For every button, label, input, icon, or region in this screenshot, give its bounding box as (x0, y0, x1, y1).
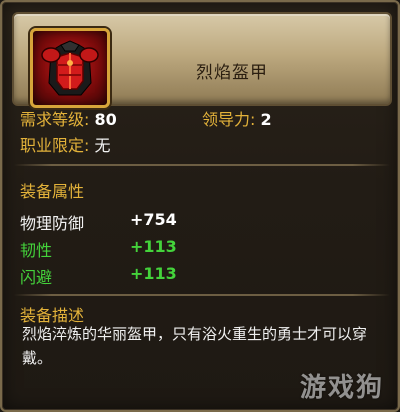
stat-value-physical-defense: +754 (130, 210, 177, 229)
item-name: 烈焰盔甲 (196, 63, 268, 83)
stat-label-physical-defense: 物理防御 (20, 214, 85, 233)
description-text: 烈焰淬炼的华丽盔甲，只有浴火重生的勇士才可以穿戴。 (22, 325, 368, 367)
leadership-value: 2 (260, 110, 272, 129)
stat-value-dodge: +113 (130, 264, 177, 283)
leadership-row: 领导力: 2 (202, 106, 272, 130)
attributes-heading: 装备属性 (20, 182, 85, 201)
stat-value-toughness: +113 (130, 237, 177, 256)
required-level-label: 需求等级: (20, 110, 90, 129)
leadership-label: 领导力: (202, 110, 256, 129)
stat-label-toughness: 韧性 (20, 241, 53, 260)
required-level-value: 80 (94, 110, 117, 129)
item-title-bar: 烈焰盔甲 (12, 12, 392, 108)
class-restriction-row: 职业限定: 无 (20, 132, 111, 156)
stat-label-dodge: 闪避 (20, 268, 53, 287)
item-tooltip-panel: 烈焰盔甲 需求等级: 80 领导力: 2 职业限定: 无 装备属性 物理防御 +… (0, 0, 400, 412)
red-armor-icon (30, 28, 110, 108)
divider (14, 164, 390, 166)
class-restriction-value: 无 (94, 136, 111, 155)
class-restriction-label: 职业限定: (20, 136, 90, 155)
divider (14, 294, 390, 296)
watermark-logo: 游戏狗 (299, 373, 384, 403)
required-level-row: 需求等级: 80 (20, 106, 117, 130)
